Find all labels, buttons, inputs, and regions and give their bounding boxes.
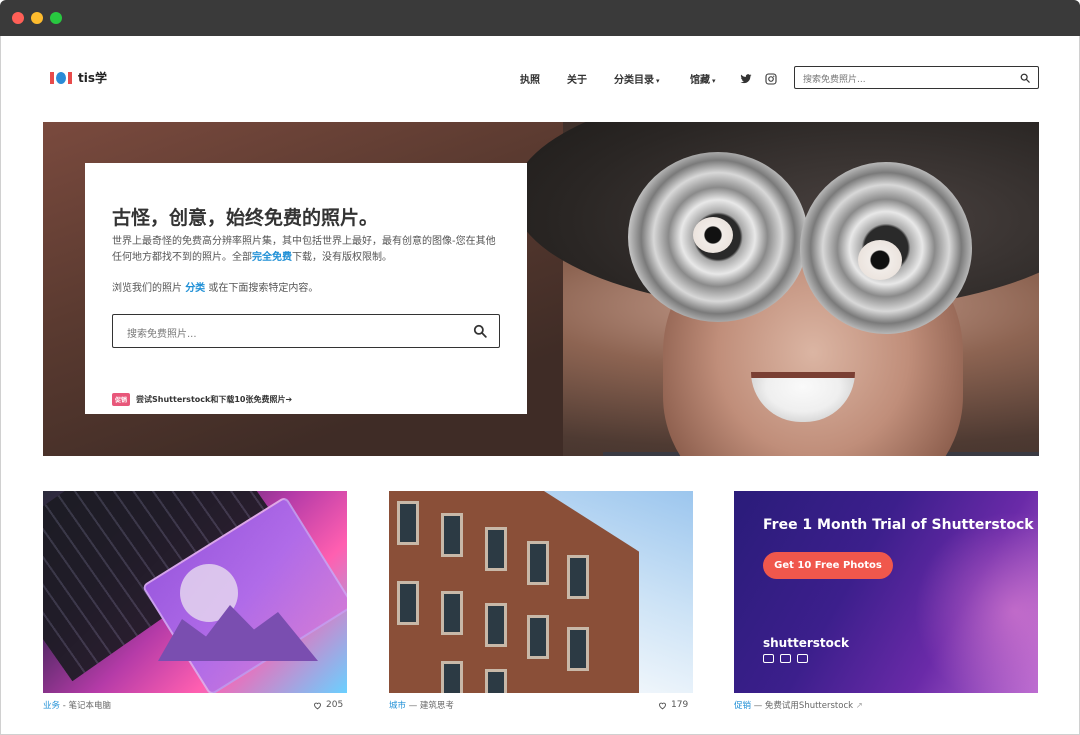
video-icon [797,654,808,663]
get-free-photos-button[interactable]: Get 10 Free Photos [763,552,893,579]
like-button[interactable]: 205 [313,700,343,710]
promo-badge: 促销 [112,393,131,406]
shutterstock-promo-card[interactable]: Free 1 Month Trial of Shutterstock Get 1… [734,491,1038,693]
page-title: 古怪，创意，始终免费的照片。 [112,207,379,229]
like-count: 205 [326,700,344,710]
nav-collections[interactable]: 馆藏 ▾ [690,71,716,86]
search-icon[interactable] [473,324,487,338]
camera-icon [763,654,774,663]
site-logo[interactable]: tis学 [50,69,107,86]
photo-thumbnail-laptop[interactable] [43,491,347,693]
chevron-down-icon: ▾ [656,77,660,85]
search-placeholder: 搜索免费照片... [127,329,197,340]
like-button[interactable]: 179 [658,700,688,710]
shutterstock-logo: shutterstock [763,636,849,650]
chevron-down-icon: ▾ [712,77,716,85]
nav-license[interactable]: 执照 [520,71,540,86]
shutterstock-promo-link[interactable]: 尝试Shutterstock和下载10张免费照片➔ [136,394,292,405]
category-link[interactable]: 促销 [734,701,751,711]
hero-description: 世界上最奇怪的免费高分辨率照片集，其中包括世界上最好，最有创意的图像-您在其他任… [112,236,496,263]
category-link[interactable]: 城市 [389,701,406,711]
categories-link[interactable]: 分类 [185,283,205,294]
twitter-icon[interactable] [740,70,752,84]
photo-caption: 促销 — 免费试用Shutterstock ↗ [734,701,863,711]
free-highlight: 完全免费 [252,252,292,263]
photo-caption: 业务 - 笔记本电脑 [43,701,112,711]
maximize-window-button[interactable] [50,12,62,24]
header-search-input[interactable]: 搜索免费照片... [794,66,1039,89]
external-link-icon: ↗ [855,701,863,711]
instagram-icon[interactable] [765,70,777,85]
heart-icon [659,702,666,709]
search-placeholder: 搜索免费照片... [803,75,866,85]
category-link[interactable]: 业务 [43,701,60,711]
promo-card-title: Free 1 Month Trial of Shutterstock [763,517,1034,533]
photo-thumbnail-building[interactable] [389,491,693,693]
hero-browse-text: 浏览我们的照片 分类 或在下面搜索特定内容。 [112,283,319,294]
nav-categories[interactable]: 分类目录 ▾ [614,71,660,86]
music-icon [780,654,791,663]
photo-title-link[interactable]: 建筑思考 [420,701,454,711]
promo-row: 促销 尝试Shutterstock和下载10张免费照片➔ [112,393,292,406]
hero-search-input[interactable]: 搜索免费照片... [112,314,500,348]
nav-about[interactable]: 关于 [567,71,587,86]
heart-icon [314,702,321,709]
logo-text: tis学 [78,71,107,85]
window-titlebar [0,0,1080,36]
promo-title-link[interactable]: 免费试用Shutterstock [765,701,853,711]
photo-title-link[interactable]: 笔记本电脑 [69,701,112,711]
close-window-button[interactable] [12,12,24,24]
minimize-window-button[interactable] [31,12,43,24]
photo-caption: 城市 — 建筑思考 [389,701,454,711]
search-icon[interactable] [1020,73,1030,83]
like-count: 179 [671,700,689,710]
hero-card: 古怪，创意，始终免费的照片。 世界上最奇怪的免费高分辨率照片集，其中包括世界上最… [85,163,527,414]
logo-mark-icon [50,71,72,84]
